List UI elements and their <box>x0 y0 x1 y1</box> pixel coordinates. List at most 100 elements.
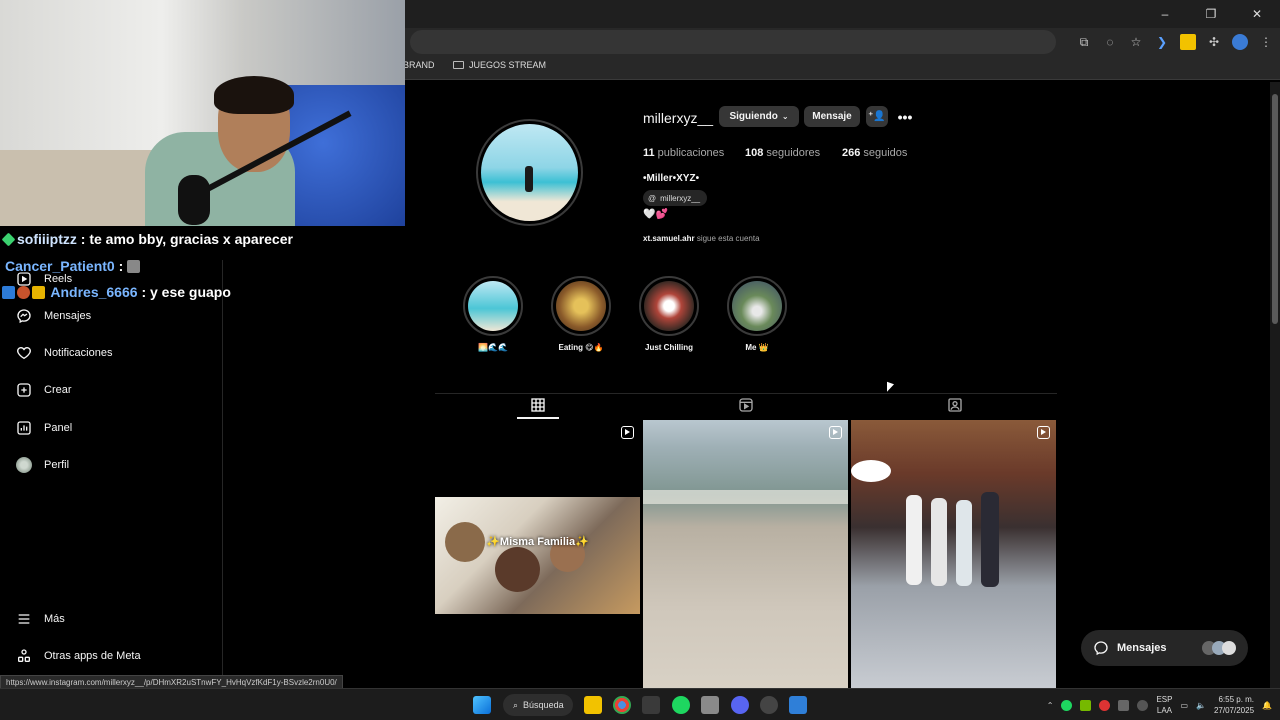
maximize-button[interactable]: ❐ <box>1188 0 1234 28</box>
tab-posts[interactable] <box>529 396 547 414</box>
sidebar-item-label: Otras apps de Meta <box>44 650 141 662</box>
profile-avatar-icon[interactable] <box>1232 34 1248 50</box>
notes-icon[interactable] <box>789 696 807 714</box>
highlight-image <box>732 281 782 331</box>
webcam-microphone <box>178 175 210 225</box>
window-controls: – ❐ ✕ <box>1142 0 1280 28</box>
sidebar-item-label: Notificaciones <box>44 347 113 359</box>
sidebar-item-perfil[interactable]: Perfil <box>16 455 69 475</box>
post-tile[interactable]: ✨Misma Familia✨ <box>435 420 640 688</box>
install-app-icon[interactable]: ⧉ <box>1076 34 1092 50</box>
reels-icon <box>739 398 753 412</box>
page-scrollbar[interactable] <box>1270 82 1280 688</box>
reel-icon <box>829 426 842 439</box>
instagram-sidebar: Reels Mensajes Notificaciones Crear Pane… <box>0 260 223 688</box>
sidebar-item-label: Más <box>44 613 65 625</box>
microphone-tray-icon[interactable] <box>1137 699 1149 711</box>
chrome-icon[interactable] <box>613 696 631 714</box>
windows-start-icon[interactable] <box>473 696 491 714</box>
usb-tray-icon[interactable] <box>1118 699 1130 711</box>
sidebar-item-mensajes[interactable]: Mensajes <box>16 306 91 326</box>
chat-message: sofiiiptzz : te amo bby, gracias x apare… <box>1 231 293 247</box>
followers-stat[interactable]: 108 seguidores <box>745 147 820 159</box>
tab-reels[interactable] <box>737 396 755 414</box>
sidebar-item-panel[interactable]: Panel <box>16 418 72 438</box>
story-highlight[interactable]: Me 👑 <box>727 276 787 352</box>
extension-yellow-icon[interactable] <box>1180 34 1196 50</box>
post-caption: ✨Misma Familia✨ <box>486 536 589 548</box>
app-tray-icon[interactable] <box>1099 699 1111 711</box>
followed-by-text: sigue esta cuenta <box>696 234 760 243</box>
scrollbar-thumb[interactable] <box>1272 94 1278 324</box>
kebab-menu-icon[interactable]: ⋮ <box>1258 34 1274 50</box>
webcam-overlay <box>0 0 405 226</box>
story-highlight[interactable]: 🌅🌊🌊 <box>463 276 523 352</box>
options-button[interactable]: ••• <box>894 106 916 127</box>
profile-display-name: •Miller•XYZ• <box>643 173 700 184</box>
minimize-button[interactable]: – <box>1142 0 1188 28</box>
obs-icon[interactable] <box>760 696 778 714</box>
spotify-icon[interactable] <box>672 696 690 714</box>
nvidia-tray-icon[interactable] <box>1080 699 1092 711</box>
profile-bio: 🤍💕 <box>643 209 668 220</box>
reel-icon <box>621 426 634 439</box>
threads-icon: @ <box>648 193 657 203</box>
highlight-image <box>468 281 518 331</box>
sidebar-item-otras-apps[interactable]: Otras apps de Meta <box>16 646 141 666</box>
notification-bell-icon[interactable]: 🔔 <box>1262 701 1272 710</box>
tagged-icon <box>948 398 962 412</box>
star-icon[interactable]: ☆ <box>1128 34 1144 50</box>
bookmark-juegos-stream[interactable]: JUEGOS STREAM <box>453 60 546 70</box>
puzzle-icon[interactable]: ✣ <box>1206 34 1222 50</box>
extension-blue-icon[interactable]: ❯ <box>1154 34 1170 50</box>
message-avatars <box>1202 641 1236 655</box>
post-tile[interactable] <box>643 420 848 688</box>
profile-username: millerxyz__ <box>643 110 714 126</box>
story-highlight[interactable]: Eating 😋🔥 <box>551 276 611 352</box>
file-explorer-icon[interactable] <box>584 696 602 714</box>
system-tray: ⌃ ESP LAA ▭ 🔈 6:55 p. m. 27/07/2025 🔔 <box>1047 689 1272 720</box>
chevron-up-icon[interactable]: ⌃ <box>1047 701 1054 710</box>
language-indicator[interactable]: ESP LAA <box>1156 694 1172 716</box>
chat-message: Andres_6666 : y ese guapo <box>2 284 231 300</box>
network-icon[interactable]: ▭ <box>1180 701 1188 710</box>
message-button-label: Mensaje <box>812 111 852 122</box>
post-image: ✨Misma Familia✨ <box>435 497 640 614</box>
taskbar-search[interactable]: ⌕ Búsqueda <box>503 694 573 716</box>
volume-icon[interactable]: 🔈 <box>1196 701 1206 710</box>
address-bar[interactable] <box>410 30 1056 54</box>
store-icon[interactable] <box>642 696 660 714</box>
taskbar-clock[interactable]: 6:55 p. m. 27/07/2025 <box>1214 694 1254 716</box>
close-button[interactable]: ✕ <box>1234 0 1280 28</box>
sidebar-item-crear[interactable]: Crear <box>16 380 72 400</box>
chat-text: : <box>118 258 124 274</box>
followed-by[interactable]: xt.samuel.ahr sigue esta cuenta <box>643 234 760 243</box>
hamburger-icon <box>16 611 32 627</box>
floating-messages-button[interactable]: Mensajes <box>1081 630 1248 666</box>
floating-messages-label: Mensajes <box>1117 642 1167 654</box>
eye-off-icon[interactable]: ◌ <box>1102 34 1118 50</box>
sidebar-item-mas[interactable]: Más <box>16 609 65 629</box>
bookmark-brand[interactable]: BRAND <box>403 60 435 70</box>
clock-date: 27/07/2025 <box>1213 706 1255 715</box>
meta-apps-icon <box>16 648 32 664</box>
message-button[interactable]: Mensaje <box>804 106 860 127</box>
chat-text: : te amo bby, gracias x aparecer <box>80 231 293 247</box>
story-highlight[interactable]: Just Chilling <box>639 276 699 352</box>
suggest-people-button[interactable]: ⁺👤 <box>866 106 888 127</box>
profile-picture-image <box>481 124 578 221</box>
bar-chart-icon <box>16 420 32 436</box>
emote-icon <box>127 260 141 273</box>
threads-badge[interactable]: @ millerxyz__ <box>643 190 708 206</box>
spotify-tray-icon[interactable] <box>1061 699 1073 711</box>
tab-tagged[interactable] <box>946 396 964 414</box>
post-tile[interactable] <box>851 420 1056 688</box>
highlight-label: Just Chilling <box>645 343 693 352</box>
discord-icon[interactable] <box>731 696 749 714</box>
following-stat[interactable]: 266 seguidos <box>842 147 907 159</box>
threads-handle: millerxyz__ <box>660 193 701 203</box>
following-button[interactable]: Siguiendo ⌄ <box>719 106 799 127</box>
app-icon[interactable] <box>701 696 719 714</box>
sidebar-item-notificaciones[interactable]: Notificaciones <box>16 343 112 363</box>
profile-picture[interactable] <box>476 119 583 226</box>
